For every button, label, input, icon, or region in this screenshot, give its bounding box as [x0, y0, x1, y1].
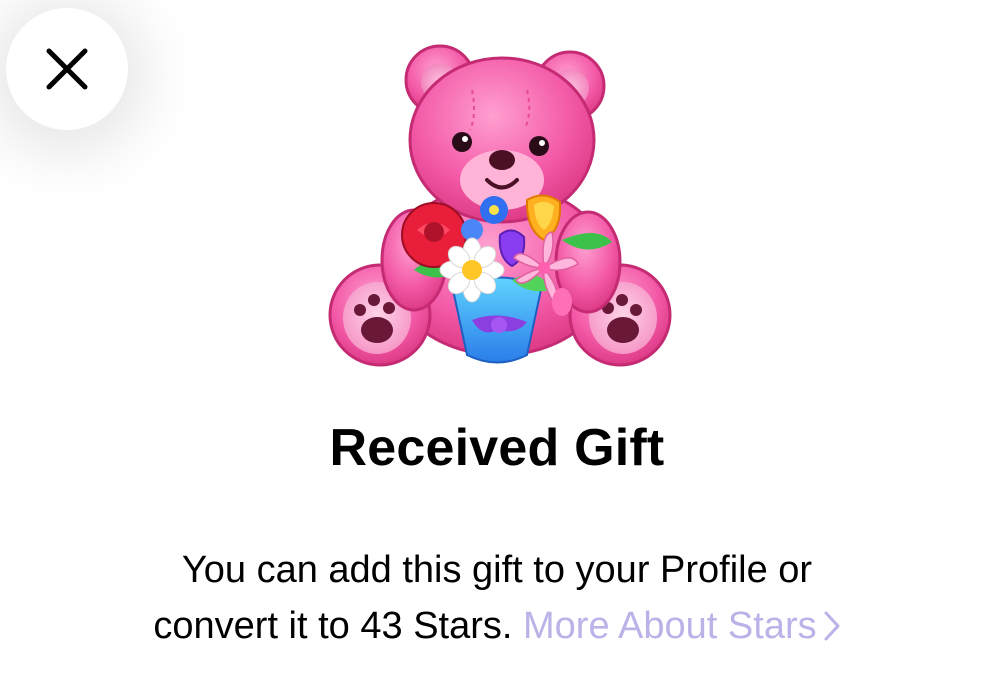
- page-title: Received Gift: [329, 419, 665, 477]
- close-icon: [46, 48, 88, 90]
- description-line-1: You can add this gift to your Profile or: [181, 549, 813, 591]
- description-line-2: convert it to 43 Stars. More About Stars: [0, 598, 994, 654]
- gift-description: You can add this gift to your Profile or…: [0, 542, 994, 654]
- chevron-right-icon: [824, 611, 840, 641]
- close-button[interactable]: [6, 8, 128, 130]
- more-about-stars-label: More About Stars: [523, 605, 817, 647]
- teddy-bear-gift-icon: [328, 44, 672, 367]
- gift-sheet: Received Gift You can add this gift to y…: [0, 0, 994, 675]
- description-line-2-text: convert it to 43 Stars.: [153, 605, 513, 647]
- more-about-stars-link[interactable]: More About Stars: [523, 605, 841, 647]
